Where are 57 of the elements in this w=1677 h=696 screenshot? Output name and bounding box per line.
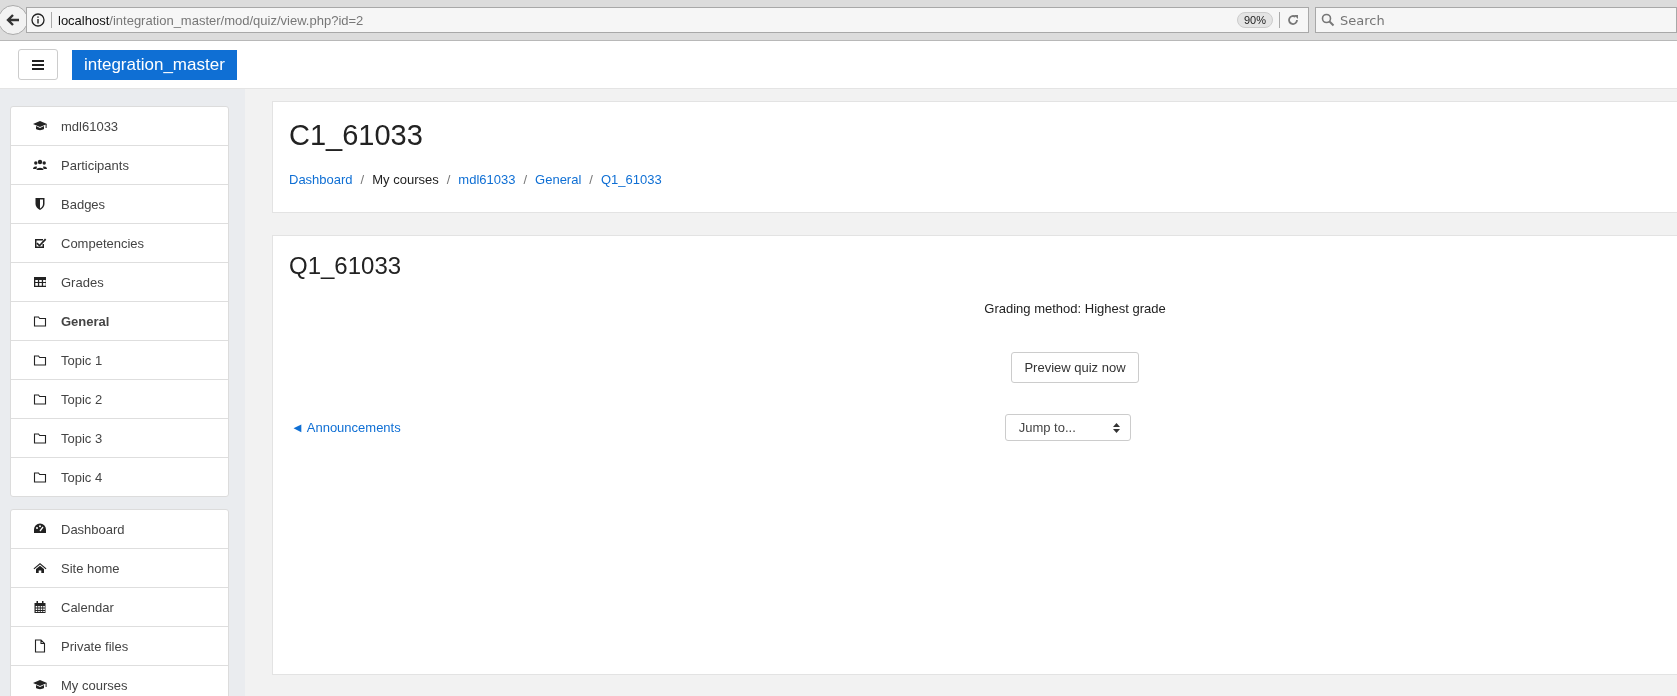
sidebar-item[interactable]: Badges <box>11 185 228 224</box>
sort-arrows-icon <box>1112 422 1120 433</box>
address-bar[interactable]: localhost/integration_master/mod/quiz/view.php?id=2 90% <box>26 7 1309 33</box>
house-icon <box>33 561 47 575</box>
breadcrumb-link[interactable]: General <box>535 172 582 187</box>
grading-method-text: Grading method: Highest grade <box>984 301 1166 316</box>
sidebar-item[interactable]: Dashboard <box>11 510 228 549</box>
sidebar-item[interactable]: General <box>11 302 228 341</box>
breadcrumb-separator: / <box>523 172 528 187</box>
gauge-icon <box>33 522 47 536</box>
sidebar-item[interactable]: Topic 3 <box>11 419 228 458</box>
people-icon <box>33 158 47 172</box>
menu-button[interactable] <box>18 49 58 80</box>
info-icon[interactable] <box>31 13 45 27</box>
previous-activity-link[interactable]: ◄ Announcements <box>289 420 401 435</box>
graduation-cap-icon <box>33 119 47 133</box>
breadcrumb-link[interactable]: Q1_61033 <box>600 172 662 187</box>
sidebar-item[interactable]: Calendar <box>11 588 228 627</box>
sidebar-item[interactable]: Topic 2 <box>11 380 228 419</box>
calendar-icon <box>33 600 47 614</box>
sidebar-item[interactable]: Participants <box>11 146 228 185</box>
back-button[interactable] <box>0 5 28 35</box>
reload-icon[interactable] <box>1286 13 1300 27</box>
breadcrumb-item: My courses <box>372 172 439 187</box>
course-title: C1_61033 <box>289 119 424 152</box>
folder-icon <box>33 392 47 406</box>
jump-to-select[interactable]: Jump to... <box>1004 414 1131 441</box>
menu-icon <box>32 59 44 70</box>
breadcrumb-separator: / <box>446 172 451 187</box>
sidebar-item[interactable]: mdl61033 <box>11 107 228 146</box>
folder-icon <box>33 353 47 367</box>
breadcrumb-separator: / <box>589 172 593 187</box>
breadcrumb-link[interactable]: Dashboard <box>289 172 353 187</box>
sidebar-item[interactable]: Topic 4 <box>11 458 228 496</box>
sidebar-item[interactable]: Topic 1 <box>11 341 228 380</box>
search-field[interactable]: Search <box>1315 7 1677 33</box>
shield-icon <box>33 197 47 211</box>
preview-quiz-button[interactable]: Preview quiz now <box>1011 352 1139 383</box>
url-text: localhost/integration_master/mod/quiz/view.php?id=2 <box>58 12 364 28</box>
folder-icon <box>33 314 47 328</box>
back-arrow-icon <box>5 12 21 28</box>
file-icon <box>33 639 47 653</box>
sidebar-item[interactable]: Site home <box>11 549 228 588</box>
sidebar-item[interactable]: Grades <box>11 263 228 302</box>
graduation-cap-icon <box>33 678 47 692</box>
breadcrumb-link[interactable]: mdl61033 <box>458 172 516 187</box>
folder-icon <box>33 470 47 484</box>
site-name-link[interactable]: integration_master <box>72 49 237 80</box>
checkbox-icon <box>33 236 47 250</box>
quiz-title: Q1_61033 <box>289 252 403 280</box>
breadcrumb-separator: / <box>360 172 365 187</box>
zoom-badge[interactable]: 90% <box>1236 12 1273 28</box>
table-icon <box>33 275 47 289</box>
sidebar-item[interactable]: My courses <box>11 666 228 696</box>
folder-icon <box>33 431 47 445</box>
sidebar-item[interactable]: Competencies <box>11 224 228 263</box>
sidebar-item[interactable]: Private files <box>11 627 228 666</box>
